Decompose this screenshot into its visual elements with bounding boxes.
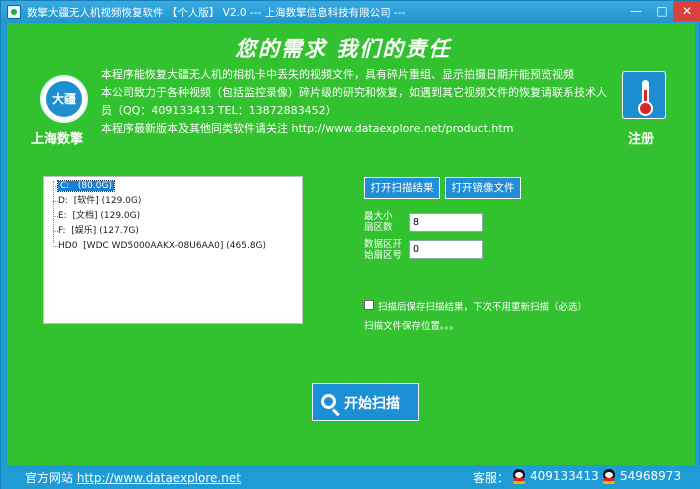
drive-size: (129.0G) bbox=[100, 211, 141, 221]
drive-name: C: bbox=[60, 181, 70, 191]
search-icon-handle bbox=[331, 408, 340, 417]
drive-item-d[interactable]: D: [软件] (129.0G) bbox=[53, 194, 142, 208]
drive-label: [娱乐] bbox=[71, 226, 97, 236]
logo-text: 大疆 bbox=[46, 81, 82, 117]
description-line-3: 本程序最新版本及其他同类软件请关注 http://www.dataexplore… bbox=[101, 122, 514, 135]
drive-size: (129.0G) bbox=[101, 196, 142, 206]
window-title: 数擎大疆无人机视频恢复软件 【个人版】 V2.0 --- 上海数擎信息科技有限公… bbox=[27, 7, 406, 19]
slogan: 您的需求 我们的责任 bbox=[235, 36, 452, 61]
save-result-label[interactable]: 扫描后保存扫描结果，下次不用重新扫描（必选） bbox=[378, 299, 587, 313]
drive-item-c[interactable]: C: (80.0G) bbox=[53, 179, 115, 193]
company-logo: 大疆 bbox=[40, 75, 88, 123]
drive-name: E: bbox=[58, 211, 67, 221]
drive-name: F: bbox=[58, 226, 66, 236]
drive-size: (80.0G) bbox=[77, 181, 112, 191]
start-scan-label: 开始扫描 bbox=[344, 396, 400, 412]
drive-size: (465.8G) bbox=[226, 241, 267, 251]
close-button[interactable]: ✕ bbox=[673, 1, 700, 21]
drive-item-e[interactable]: E: [文档] (129.0G) bbox=[53, 209, 141, 223]
app-icon bbox=[7, 5, 21, 19]
title-bar[interactable]: 数擎大疆无人机视频恢复软件 【个人版】 V2.0 --- 上海数擎信息科技有限公… bbox=[1, 1, 700, 23]
qq-number-1[interactable]: 409133413 bbox=[530, 469, 599, 483]
drive-name: HD0 bbox=[58, 241, 78, 251]
main-panel: 您的需求 我们的责任 大疆 上海数擎 本程序能恢复大疆无人机的相机卡中丢失的视频… bbox=[7, 23, 695, 465]
description: 本程序能恢复大疆无人机的相机卡中丢失的视频文件，具有碎片重组、显示拍摄日期并能预… bbox=[101, 66, 611, 138]
drive-item-hd0[interactable]: HD0 [WDC WD5000AAKX-08U6AA0] (465.8G) bbox=[53, 239, 267, 253]
save-result-checkbox[interactable] bbox=[364, 300, 374, 310]
save-location-link[interactable]: 扫描文件保存位置。。。 bbox=[364, 318, 459, 332]
tree-tick bbox=[53, 216, 58, 217]
app-window: 数擎大疆无人机视频恢复软件 【个人版】 V2.0 --- 上海数擎信息科技有限公… bbox=[0, 0, 700, 489]
open-image-file-button[interactable]: 打开镜像文件 bbox=[445, 177, 521, 199]
thermometer-bulb bbox=[638, 101, 653, 116]
official-site[interactable]: 官方网站 http://www.dataexplore.net bbox=[25, 469, 241, 486]
start-sector-label-line-1: 数据区开 bbox=[364, 239, 403, 250]
qq-number-2[interactable]: 54968973 bbox=[620, 469, 681, 483]
tree-connector bbox=[53, 181, 54, 243]
tree-tick bbox=[53, 231, 58, 232]
register-button[interactable] bbox=[622, 71, 666, 119]
company-name: 上海数擎 bbox=[31, 132, 84, 147]
max-sectors-label: 最大小 扇区数 bbox=[364, 211, 393, 233]
max-sectors-label-line-1: 最大小 bbox=[364, 211, 393, 222]
start-scan-button[interactable]: 开始扫描 bbox=[312, 383, 419, 421]
start-sector-input[interactable]: 0 bbox=[409, 240, 483, 259]
tree-tick bbox=[53, 186, 58, 187]
drive-label: [文档] bbox=[72, 211, 98, 221]
max-sectors-label-line-2: 扇区数 bbox=[364, 222, 393, 233]
service-label: 客服： bbox=[473, 471, 510, 485]
drive-label: [WDC WD5000AAKX-08U6AA0] bbox=[83, 241, 224, 251]
status-bar: 官方网站 http://www.dataexplore.net 客服： 4091… bbox=[1, 465, 700, 489]
site-label: 官方网站 bbox=[25, 471, 74, 485]
max-sectors-input[interactable]: 8 bbox=[409, 213, 483, 232]
register-label[interactable]: 注册 bbox=[628, 128, 654, 147]
qq-icon bbox=[512, 469, 526, 484]
drive-item-f[interactable]: F: [娱乐] (127.7G) bbox=[53, 224, 139, 238]
description-line-2: 本公司致力于各种视频（包括监控录像）碎片级的研究和恢复，如遇到其它视频文件的恢复… bbox=[101, 86, 607, 117]
open-scan-result-button[interactable]: 打开扫描结果 bbox=[364, 177, 440, 199]
drive-tree[interactable]: C: (80.0G) D: [软件] (129.0G) E: [文档] (129… bbox=[43, 176, 303, 324]
search-icon bbox=[321, 394, 336, 409]
start-sector-label-line-2: 始扇区号 bbox=[364, 250, 403, 261]
minimize-button[interactable]: — bbox=[623, 1, 649, 21]
tree-tick bbox=[53, 246, 58, 247]
start-sector-label: 数据区开 始扇区号 bbox=[364, 239, 402, 261]
description-line-1: 本程序能恢复大疆无人机的相机卡中丢失的视频文件，具有碎片重组、显示拍摄日期并能预… bbox=[101, 68, 574, 81]
drive-name: D: bbox=[58, 196, 68, 206]
qq-icon bbox=[602, 469, 616, 484]
drive-label: [软件] bbox=[73, 196, 99, 206]
tree-tick bbox=[53, 201, 58, 202]
site-url-link[interactable]: http://www.dataexplore.net bbox=[77, 471, 241, 485]
maximize-button[interactable]: □ bbox=[649, 1, 675, 21]
drive-size: (127.7G) bbox=[99, 226, 139, 236]
